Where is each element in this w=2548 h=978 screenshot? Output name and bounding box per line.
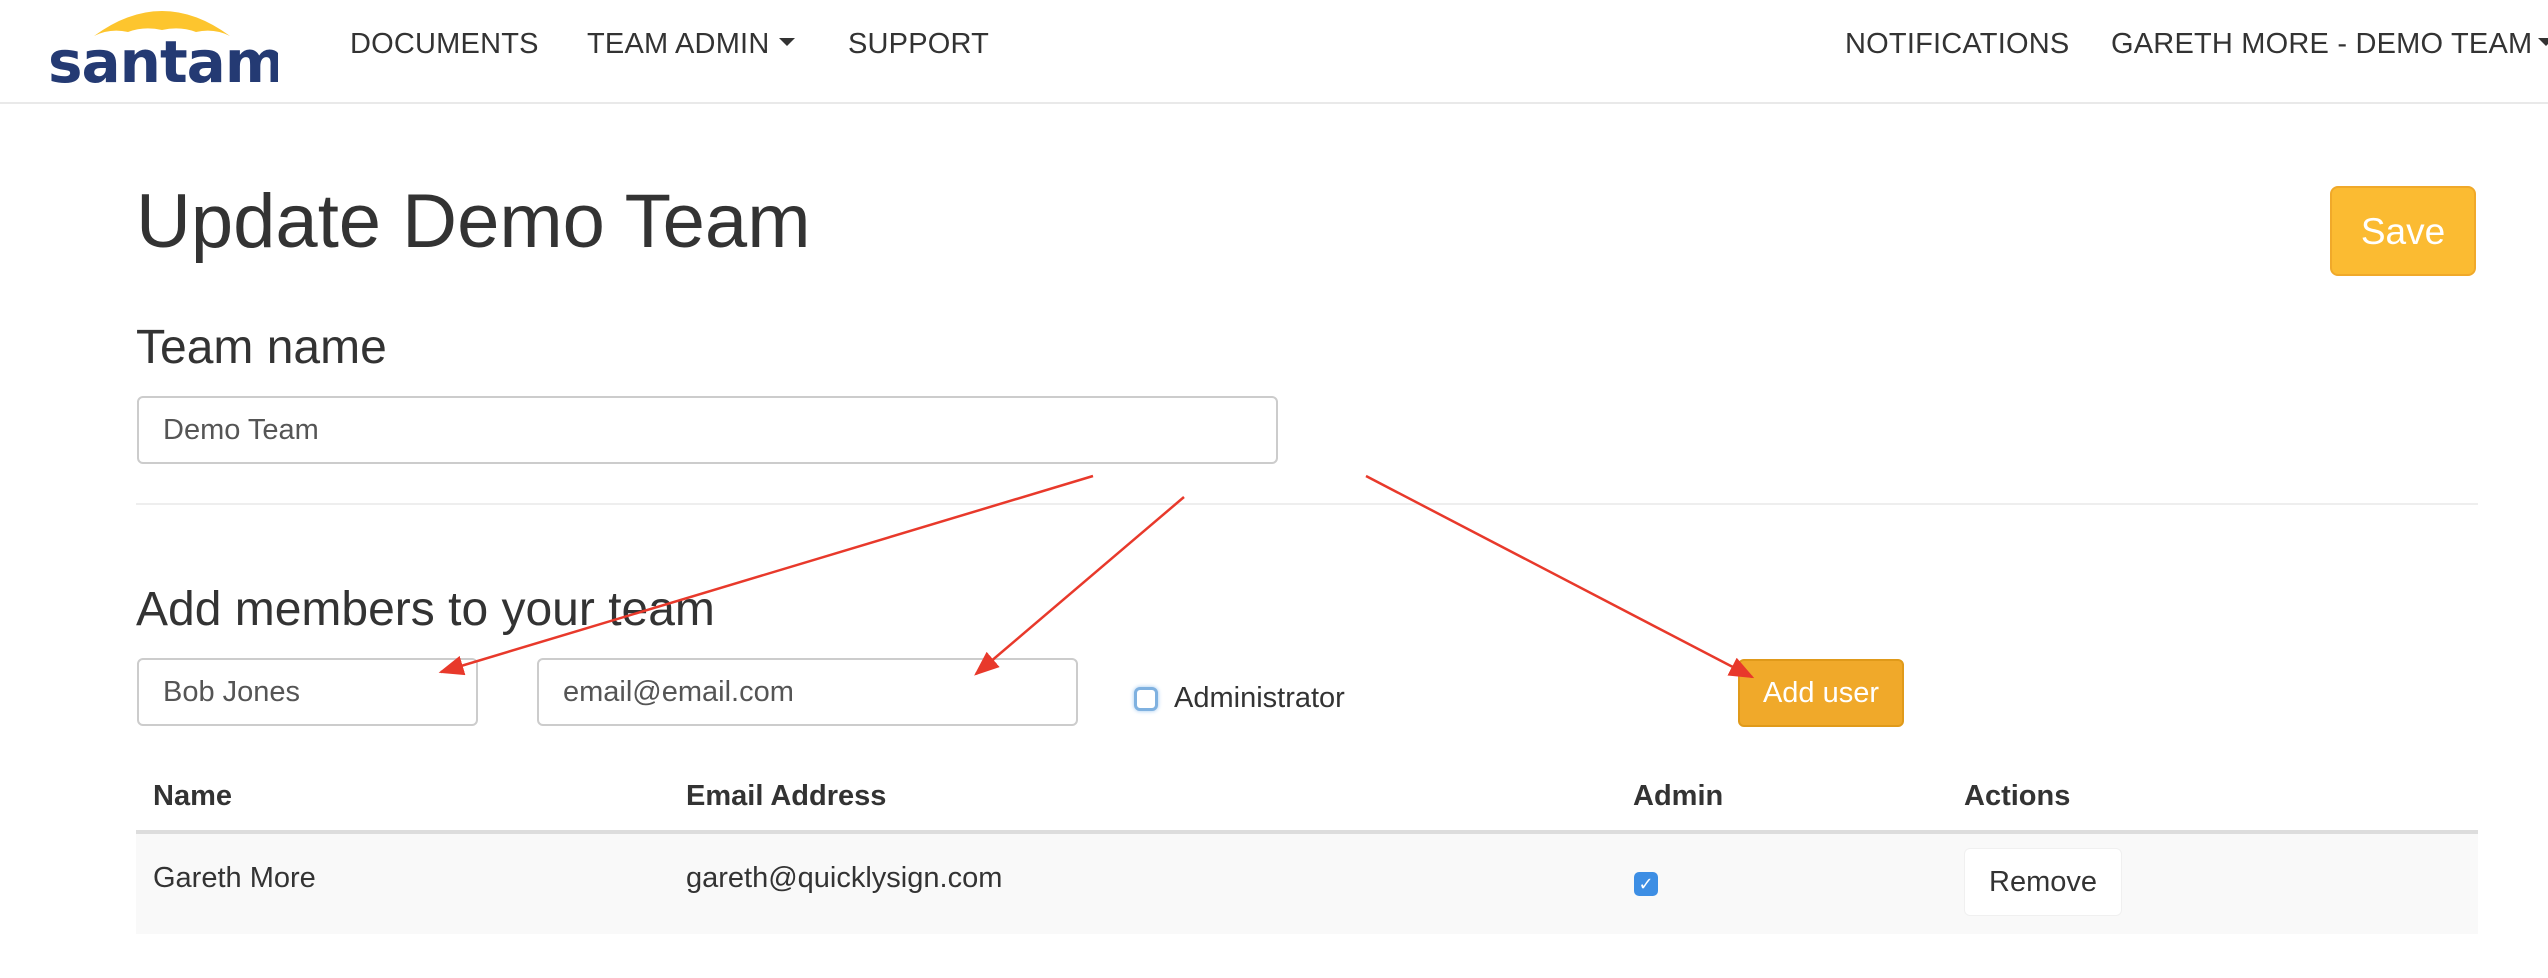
top-navbar: santam DOCUMENTS TEAM ADMIN SUPPORT NOTI… bbox=[0, 0, 2548, 104]
administrator-checkbox[interactable] bbox=[1134, 686, 1158, 711]
administrator-label: Administrator bbox=[1174, 682, 1345, 714]
nav-documents[interactable]: DOCUMENTS bbox=[350, 28, 539, 61]
add-members-heading: Add members to your team bbox=[136, 583, 715, 636]
save-button[interactable]: Save bbox=[2330, 186, 2476, 276]
annotation-arrow-to-add-user bbox=[1365, 474, 1755, 679]
table-header-row: Name Email Address Admin Actions bbox=[136, 760, 2478, 834]
administrator-checkbox-group[interactable]: Administrator bbox=[1134, 682, 1345, 715]
member-email-input[interactable] bbox=[537, 658, 1078, 726]
members-table: Name Email Address Admin Actions Gareth … bbox=[136, 760, 2478, 934]
member-email-cell: gareth@quicklysign.com bbox=[686, 862, 1003, 894]
admin-checkbox-checked[interactable]: ✓ bbox=[1634, 872, 1658, 896]
section-divider bbox=[136, 503, 2478, 505]
nav-team-admin[interactable]: TEAM ADMIN bbox=[587, 28, 796, 61]
nav-notifications[interactable]: NOTIFICATIONS bbox=[1845, 28, 2069, 61]
member-name-cell: Gareth More bbox=[153, 862, 316, 894]
column-header-name: Name bbox=[153, 780, 232, 812]
column-header-actions: Actions bbox=[1964, 780, 2071, 812]
page-title: Update Demo Team bbox=[136, 179, 811, 264]
nav-user-menu[interactable]: GARETH MORE - DEMO TEAM bbox=[2111, 28, 2548, 61]
svg-text:santam: santam bbox=[48, 28, 278, 92]
annotation-arrow-to-email bbox=[974, 496, 1185, 676]
user-menu-label: GARETH MORE - DEMO TEAM bbox=[2111, 28, 2533, 60]
nav-support[interactable]: SUPPORT bbox=[848, 28, 989, 61]
column-header-admin: Admin bbox=[1633, 780, 1724, 812]
table-row: Gareth More gareth@quicklysign.com ✓ Rem… bbox=[136, 834, 2478, 934]
annotation-arrow-to-name bbox=[438, 474, 1094, 676]
team-name-input[interactable] bbox=[137, 396, 1278, 464]
member-name-input[interactable] bbox=[137, 658, 478, 726]
team-name-heading: Team name bbox=[136, 321, 387, 374]
add-user-button[interactable]: Add user bbox=[1738, 659, 1904, 727]
column-header-email: Email Address bbox=[686, 780, 887, 812]
caret-down-icon bbox=[2538, 38, 2548, 47]
caret-down-icon bbox=[779, 38, 796, 47]
santam-logo[interactable]: santam bbox=[46, 0, 278, 92]
remove-member-button[interactable]: Remove bbox=[1964, 848, 2122, 916]
nav-team-admin-label: TEAM ADMIN bbox=[587, 28, 770, 60]
